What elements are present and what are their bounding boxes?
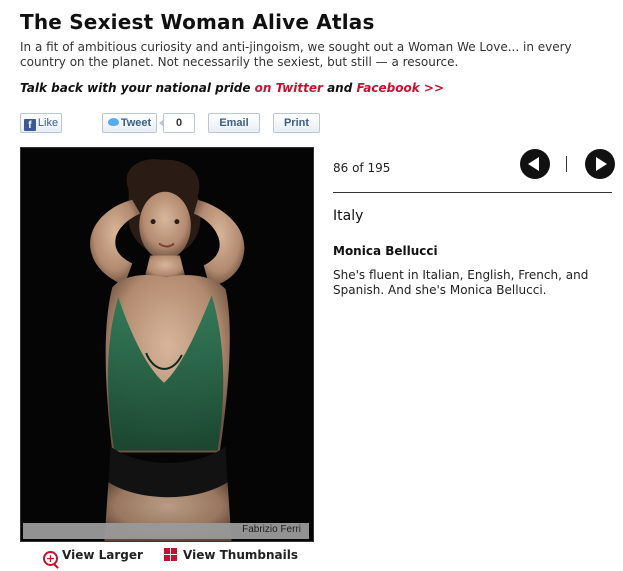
tweet-count: 0 — [159, 113, 195, 133]
view-thumbnails-link[interactable]: View Thumbnails — [164, 548, 298, 562]
talkback-and: and — [322, 81, 357, 95]
email-button[interactable]: Email — [208, 113, 260, 133]
zoom-in-icon: + — [43, 551, 58, 566]
tweet-label: Tweet — [120, 117, 152, 129]
talkback-prefix: Talk back with your national pride — [20, 81, 255, 95]
print-button[interactable]: Print — [273, 113, 320, 133]
facebook-icon: f — [23, 119, 36, 131]
country-name: Italy — [333, 208, 364, 224]
divider-line — [333, 192, 612, 193]
twitter-link[interactable]: on Twitter — [255, 81, 323, 95]
twitter-bird-icon — [107, 118, 119, 126]
woman-description: She's fluent in Italian, English, French… — [333, 268, 589, 297]
photo-credit: Fabrizio Ferri — [242, 524, 301, 535]
previous-button[interactable] — [520, 149, 550, 179]
photo-credit-bar: Fabrizio Ferri — [23, 523, 309, 539]
facebook-link[interactable]: Facebook >> — [356, 81, 444, 95]
woman-name: Monica Bellucci — [333, 244, 438, 258]
thumbnail-grid-icon — [164, 548, 177, 561]
photo-links: + View Larger View Thumbnails — [43, 548, 323, 566]
view-larger-link[interactable]: + View Larger — [43, 548, 143, 566]
woman-portrait-image — [21, 148, 313, 541]
view-thumbnails-label: View Thumbnails — [183, 548, 298, 562]
share-toolbar: f Like Tweet 0 Email Print — [20, 113, 620, 133]
next-button[interactable] — [585, 149, 615, 179]
facebook-like-button[interactable]: f Like — [20, 113, 62, 133]
intro-text: In a fit of ambitious curiosity and anti… — [20, 40, 572, 69]
view-larger-label: View Larger — [62, 548, 143, 562]
facebook-like-label: Like — [37, 117, 59, 129]
tweet-button[interactable]: Tweet — [102, 113, 157, 133]
page-title: The Sexiest Woman Alive Atlas — [20, 10, 375, 34]
talkback-line: Talk back with your national pride on Tw… — [20, 81, 444, 95]
gallery-counter: 86 of 195 — [333, 161, 391, 175]
nav-separator — [566, 156, 567, 172]
gallery-photo[interactable]: Fabrizio Ferri — [20, 147, 314, 542]
article-page: The Sexiest Woman Alive Atlas In a fit o… — [0, 0, 623, 571]
